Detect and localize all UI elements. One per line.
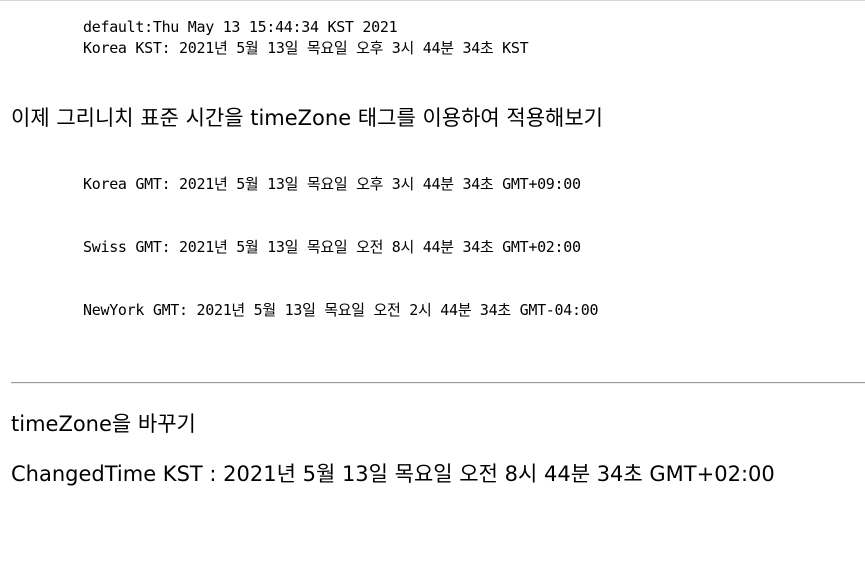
swiss-gmt-text: Swiss GMT: 2021년 5월 13일 목요일 오전 8시 44분 34… xyxy=(83,238,581,256)
change-timezone-heading: timeZone을 바꾸기 xyxy=(11,412,196,436)
korea-gmt-text: Korea GMT: 2021년 5월 13일 목요일 오후 3시 44분 34… xyxy=(83,175,581,193)
korea-kst-text: Korea KST: 2021년 5월 13일 목요일 오후 3시 44분 34… xyxy=(83,39,529,57)
gmt-section-heading: 이제 그리니치 표준 시간을 timeZone 태그를 이용하여 적용해보기 xyxy=(11,106,603,130)
changed-time-text: ChangedTime KST : 2021년 5월 13일 목요일 오전 8시… xyxy=(11,462,775,486)
default-time-text: default:Thu May 13 15:44:34 KST 2021 xyxy=(83,18,398,36)
newyork-gmt-text: NewYork GMT: 2021년 5월 13일 목요일 오전 2시 44분 … xyxy=(83,301,599,319)
top-border xyxy=(0,0,865,1)
horizontal-rule xyxy=(11,382,865,384)
